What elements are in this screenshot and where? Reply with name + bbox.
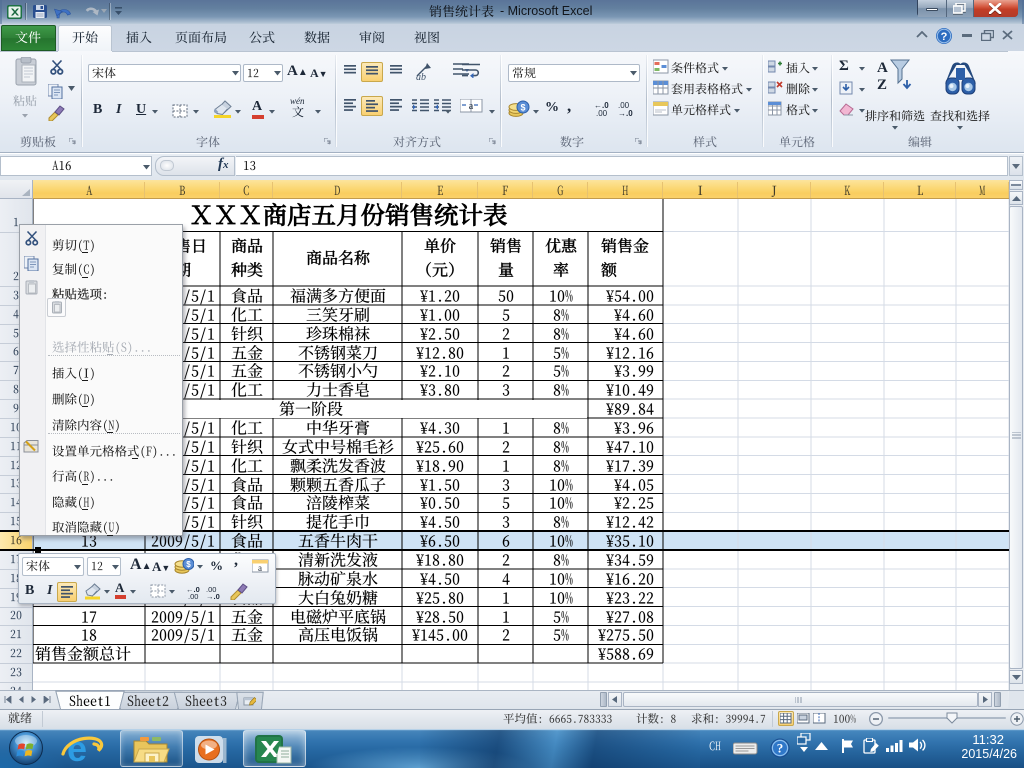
svg-text:?: ? [777,741,784,756]
svg-text:wén: wén [290,96,305,106]
svg-text:Z: Z [877,77,887,93]
svg-text:e: e [67,730,87,768]
svg-text:?: ? [941,31,948,43]
svg-text:$: $ [186,560,191,569]
svg-text:a: a [258,563,262,573]
svg-text:→.0: →.0 [206,592,220,599]
svg-text:.00: .00 [596,109,608,116]
svg-text:→.0: →.0 [618,109,633,116]
svg-text:a: a [469,101,474,112]
svg-text:.00: .00 [188,592,198,599]
svg-text:A: A [877,60,888,76]
svg-text:$: $ [520,103,525,113]
svg-text:ab: ab [416,72,426,80]
